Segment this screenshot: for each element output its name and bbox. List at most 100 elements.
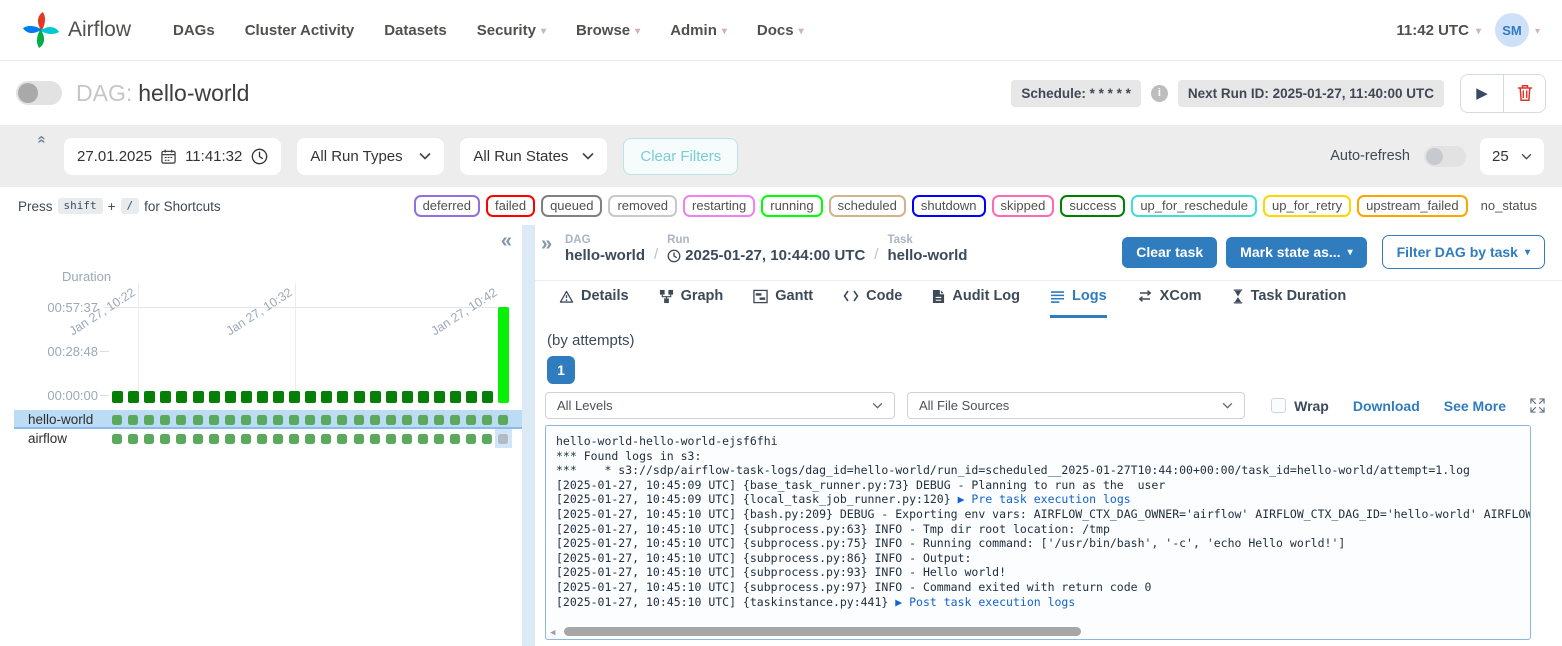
run-bar-success[interactable] bbox=[144, 391, 155, 403]
expand-grid-icon[interactable]: » bbox=[541, 233, 552, 256]
legend-badge-skipped[interactable]: skipped bbox=[992, 195, 1055, 217]
tab-logs[interactable]: Logs bbox=[1050, 288, 1107, 318]
nav-item-browse[interactable]: Browse▾ bbox=[576, 22, 640, 39]
clear-task-button[interactable]: Clear task bbox=[1122, 237, 1217, 268]
download-link[interactable]: Download bbox=[1353, 398, 1420, 414]
legend-badge-restarting[interactable]: restarting bbox=[683, 195, 755, 217]
airflow-home-link[interactable]: Airflow bbox=[22, 11, 131, 49]
nav-item-datasets[interactable]: Datasets bbox=[384, 22, 447, 39]
mark-state-button[interactable]: Mark state as... ▾ bbox=[1226, 237, 1366, 268]
page-size-select[interactable]: 25 bbox=[1480, 138, 1544, 175]
filter-dag-by-task-button[interactable]: Filter DAG by task ▾ bbox=[1382, 235, 1545, 269]
tab-code[interactable]: Code bbox=[843, 288, 902, 318]
info-icon[interactable]: i bbox=[1151, 85, 1168, 102]
task-instance-success[interactable] bbox=[160, 434, 170, 444]
task-instance-success[interactable] bbox=[241, 434, 251, 444]
task-instance-success[interactable] bbox=[160, 415, 170, 425]
scroll-left-icon[interactable]: ◀ bbox=[550, 626, 555, 640]
task-instance-success[interactable] bbox=[305, 434, 315, 444]
nav-item-dags[interactable]: DAGs bbox=[173, 22, 215, 39]
nav-item-admin[interactable]: Admin▾ bbox=[670, 22, 727, 39]
task-instance-success[interactable] bbox=[289, 434, 299, 444]
timezone-menu[interactable]: 11:42 UTC ▾ bbox=[1396, 22, 1481, 39]
tab-graph[interactable]: Graph bbox=[659, 288, 724, 318]
task-instance-success[interactable] bbox=[176, 415, 186, 425]
task-instance-success[interactable] bbox=[418, 415, 428, 425]
task-instance-success[interactable] bbox=[321, 434, 331, 444]
run-bar-running[interactable] bbox=[498, 307, 509, 403]
task-instance-success[interactable] bbox=[209, 434, 219, 444]
legend-badge-running[interactable]: running bbox=[761, 195, 822, 217]
run-bar-success[interactable] bbox=[450, 391, 461, 403]
log-output[interactable]: hello-world-hello-world-ejsf6fhi*** Foun… bbox=[545, 425, 1531, 640]
legend-badge-failed[interactable]: failed bbox=[486, 195, 535, 217]
breadcrumb-task[interactable]: Task hello-world bbox=[887, 234, 967, 264]
run-bar-success[interactable] bbox=[354, 391, 365, 403]
run-bar-success[interactable] bbox=[289, 391, 300, 403]
run-bar-success[interactable] bbox=[337, 391, 348, 403]
task-instance-success[interactable] bbox=[176, 434, 186, 444]
panel-gutter[interactable] bbox=[522, 225, 535, 646]
task-instance-success[interactable] bbox=[337, 415, 347, 425]
clear-filters-button[interactable]: Clear Filters bbox=[623, 138, 738, 175]
tab-xcom[interactable]: XCom bbox=[1137, 288, 1202, 318]
avatar[interactable]: SM bbox=[1495, 13, 1529, 47]
run-bar-success[interactable] bbox=[482, 391, 493, 403]
task-instance-success[interactable] bbox=[128, 415, 138, 425]
run-bar-success[interactable] bbox=[176, 391, 187, 403]
legend-badge-upstream-failed[interactable]: upstream_failed bbox=[1357, 195, 1468, 217]
tab-audit-log[interactable]: Audit Log bbox=[932, 288, 1020, 318]
task-instance-success[interactable] bbox=[305, 415, 315, 425]
run-bar-success[interactable] bbox=[225, 391, 236, 403]
collapse-filters-icon[interactable]: « bbox=[34, 135, 51, 143]
legend-badge-success[interactable]: success bbox=[1060, 195, 1125, 217]
run-bar-success[interactable] bbox=[466, 391, 477, 403]
nav-item-docs[interactable]: Docs▾ bbox=[757, 22, 804, 39]
task-instance-success[interactable] bbox=[225, 415, 235, 425]
task-instance-success[interactable] bbox=[370, 434, 380, 444]
legend-badge-up-for-reschedule[interactable]: up_for_reschedule bbox=[1131, 195, 1257, 217]
run-bar-success[interactable] bbox=[402, 391, 413, 403]
task-instance-success[interactable] bbox=[370, 415, 380, 425]
task-instance-success[interactable] bbox=[386, 434, 396, 444]
legend-badge-up-for-retry[interactable]: up_for_retry bbox=[1263, 195, 1351, 217]
task-instance-success[interactable] bbox=[418, 434, 428, 444]
task-instance-success[interactable] bbox=[225, 434, 235, 444]
task-instance-success[interactable] bbox=[144, 415, 154, 425]
task-instance-success[interactable] bbox=[466, 434, 476, 444]
run-bar-success[interactable] bbox=[193, 391, 204, 403]
task-instance-success[interactable] bbox=[112, 434, 122, 444]
task-instance-success[interactable] bbox=[321, 415, 331, 425]
log-group-link[interactable]: ▶ Post task execution logs bbox=[895, 595, 1075, 609]
checkbox-icon[interactable] bbox=[1271, 398, 1286, 413]
legend-badge-scheduled[interactable]: scheduled bbox=[829, 195, 906, 217]
task-instance-success[interactable] bbox=[112, 415, 122, 425]
task-instance-success[interactable] bbox=[402, 434, 412, 444]
task-instance-success[interactable] bbox=[402, 415, 412, 425]
run-bar-success[interactable] bbox=[386, 391, 397, 403]
task-instance-success[interactable] bbox=[273, 434, 283, 444]
run-bar-success[interactable] bbox=[128, 391, 139, 403]
delete-dag-button[interactable] bbox=[1503, 75, 1545, 112]
legend-badge-removed[interactable]: removed bbox=[608, 195, 677, 217]
task-name-airflow[interactable]: airflow bbox=[28, 431, 67, 446]
task-instance-success[interactable] bbox=[450, 434, 460, 444]
scrollbar-thumb[interactable] bbox=[564, 627, 1081, 636]
task-instance-success[interactable] bbox=[193, 434, 203, 444]
task-instance-success[interactable] bbox=[482, 415, 492, 425]
attempt-1-button[interactable]: 1 bbox=[547, 356, 575, 384]
task-instance-success[interactable] bbox=[482, 434, 492, 444]
run-bar-success[interactable] bbox=[209, 391, 220, 403]
task-instance-success[interactable] bbox=[434, 415, 444, 425]
task-instance-success[interactable] bbox=[337, 434, 347, 444]
task-instance-success[interactable] bbox=[450, 415, 460, 425]
run-states-select[interactable]: All Run States bbox=[460, 138, 607, 175]
wrap-checkbox[interactable]: Wrap bbox=[1271, 398, 1329, 414]
run-bar-success[interactable] bbox=[257, 391, 268, 403]
run-bar-success[interactable] bbox=[160, 391, 171, 403]
log-group-link[interactable]: ▶ Pre task execution logs bbox=[958, 492, 1131, 506]
auto-refresh-toggle[interactable] bbox=[1424, 146, 1466, 167]
task-instance-success[interactable] bbox=[386, 415, 396, 425]
task-instance-success[interactable] bbox=[273, 415, 283, 425]
see-more-link[interactable]: See More bbox=[1444, 398, 1506, 414]
